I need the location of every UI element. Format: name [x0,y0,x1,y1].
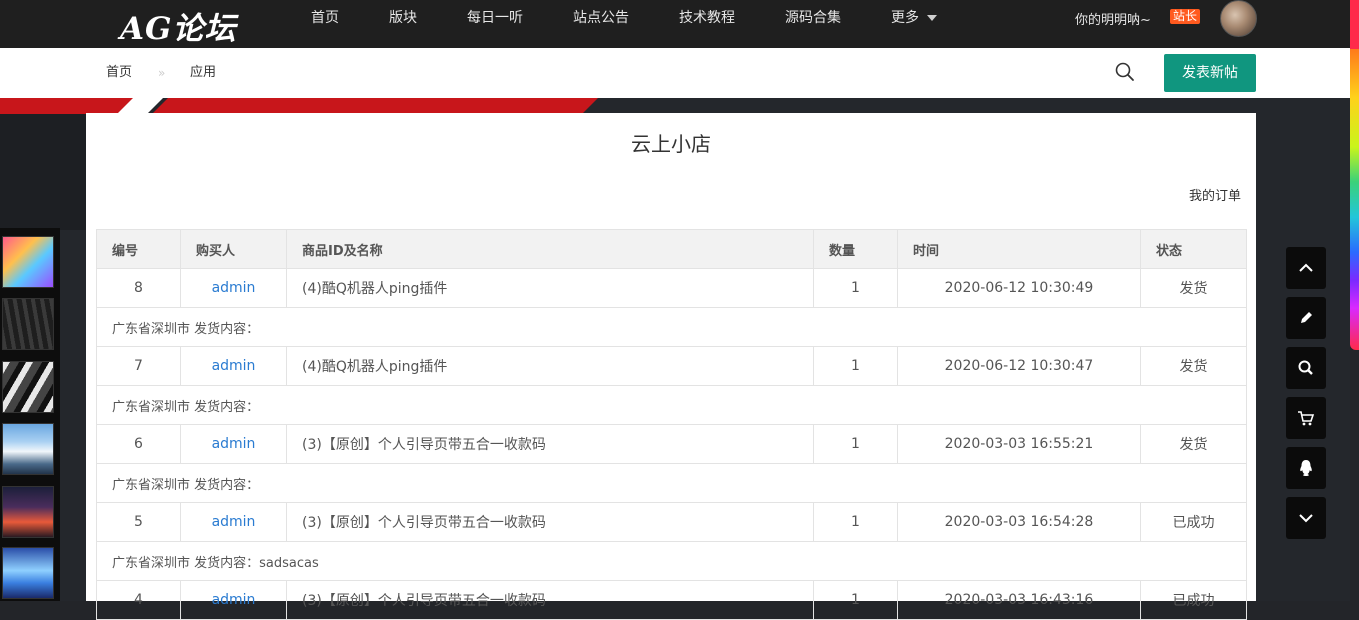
thumbnail-image[interactable] [2,298,54,350]
ship-status-button[interactable]: 发货 [1140,268,1247,308]
quantity: 1 [813,268,898,308]
shipping-info: 广东省深圳市 发货内容：sadsacas [96,541,1247,581]
column-header-id: 编号 [96,229,181,269]
item-name: (4)酷Q机器人ping插件 [286,346,814,386]
column-header-item: 商品ID及名称 [286,229,814,269]
thumbnail-image[interactable] [2,423,54,475]
orders-table: 编号 购买人 商品ID及名称 数量 时间 状态 8 admin (4)酷Q机器人… [96,229,1247,620]
thumbnail-image[interactable] [2,361,54,413]
buyer-link[interactable]: admin [180,346,287,386]
nav-item-announcements[interactable]: 站点公告 [573,0,629,36]
table-row: 6 admin (3)【原创】个人引导页带五合一收款码 1 2020-03-03… [96,424,1247,464]
order-time: 2020-03-03 16:43:16 [897,580,1141,620]
shop-panel: 云上小店 我的订单 编号 购买人 商品ID及名称 数量 时间 状态 8 admi… [86,113,1256,620]
thumbnail-image[interactable] [2,486,54,538]
item-name: (3)【原创】个人引导页带五合一收款码 [286,424,814,464]
qq-contact-button[interactable] [1286,447,1326,489]
breadcrumb-home[interactable]: 首页 [106,48,132,98]
qq-icon [1300,460,1312,476]
table-row: 8 admin (4)酷Q机器人ping插件 1 2020-06-12 10:3… [96,268,1247,308]
item-name: (4)酷Q机器人ping插件 [286,268,814,308]
nav-item-more-label: 更多 [891,10,919,26]
ship-status-button[interactable]: 发货 [1140,346,1247,386]
write-post-button[interactable] [1286,297,1326,339]
order-time: 2020-03-03 16:55:21 [897,424,1141,464]
shipping-info-row: 广东省深圳市 发货内容：sadsacas [96,541,1247,581]
quantity: 1 [813,346,898,386]
order-time: 2020-06-12 10:30:49 [897,268,1141,308]
thumbnail-image[interactable] [2,236,54,288]
page-title: 云上小店 [631,132,711,156]
user-role-badge: 站长 [1170,9,1201,24]
quantity: 1 [813,424,898,464]
background-shadow [0,110,90,230]
background-stripe [412,98,598,114]
quantity: 1 [813,580,898,620]
order-id: 5 [96,502,181,542]
quantity: 1 [813,502,898,542]
pencil-icon [1301,312,1312,323]
buyer-link[interactable]: admin [180,580,287,620]
breadcrumb-current[interactable]: 应用 [190,48,216,98]
order-id: 6 [96,424,181,464]
search-icon [1298,360,1313,375]
buyer-link[interactable]: admin [180,424,287,464]
status-success: 已成功 [1140,580,1247,620]
order-id: 8 [96,268,181,308]
shipping-info-row: 广东省深圳市 发货内容： [96,385,1247,425]
column-header-status: 状态 [1140,229,1247,269]
search-button[interactable] [1286,347,1326,389]
item-name: (3)【原创】个人引导页带五合一收款码 [286,580,814,620]
user-name[interactable]: 你的明明呐~ [1075,9,1151,28]
order-id: 7 [96,346,181,386]
cart-icon [1298,411,1315,426]
caret-down-icon [927,15,937,21]
search-icon[interactable] [1114,61,1136,83]
nav-item-daily-listen[interactable]: 每日一听 [467,0,523,36]
site-logo[interactable]: AG论坛 [120,3,237,48]
scroll-top-button[interactable] [1286,247,1326,289]
cart-button[interactable] [1286,397,1326,439]
nav-item-boards[interactable]: 版块 [389,0,417,36]
item-name: (3)【原创】个人引导页带五合一收款码 [286,502,814,542]
ship-status-button[interactable]: 发货 [1140,424,1247,464]
breadcrumb-bar: 首页 » 应用 发表新帖 [0,48,1350,98]
chevron-up-icon [1299,263,1313,272]
rainbow-scroll-indicator [1350,0,1359,350]
column-header-quantity: 数量 [813,229,898,269]
buyer-link[interactable]: admin [180,502,287,542]
nav-item-home[interactable]: 首页 [311,0,339,36]
order-id: 4 [96,580,181,620]
shipping-info: 广东省深圳市 发货内容： [96,385,1247,425]
buyer-link[interactable]: admin [180,268,287,308]
avatar[interactable] [1220,0,1257,37]
shipping-info: 广东省深圳市 发货内容： [96,463,1247,503]
scroll-bottom-button[interactable] [1286,497,1326,539]
new-post-button[interactable]: 发表新帖 [1164,54,1256,92]
column-header-time: 时间 [897,229,1141,269]
chevron-down-icon [1299,514,1313,523]
my-orders-link[interactable]: 我的订单 [1189,185,1241,204]
order-time: 2020-03-03 16:54:28 [897,502,1141,542]
table-row: 4 admin (3)【原创】个人引导页带五合一收款码 1 2020-03-03… [96,580,1247,620]
thumbnail-image[interactable] [2,547,54,599]
breadcrumb-separator: » [158,66,166,80]
shipping-info-row: 广东省深圳市 发货内容： [96,463,1247,503]
shipping-info-row: 广东省深圳市 发货内容： [96,307,1247,347]
background-stripe [152,98,458,114]
table-row: 7 admin (4)酷Q机器人ping插件 1 2020-06-12 10:3… [96,346,1247,386]
shipping-info: 广东省深圳市 发货内容： [96,307,1247,347]
column-header-buyer: 购买人 [180,229,287,269]
nav-item-source-code[interactable]: 源码合集 [785,0,841,36]
order-time: 2020-06-12 10:30:47 [897,346,1141,386]
table-row: 5 admin (3)【原创】个人引导页带五合一收款码 1 2020-03-03… [96,502,1247,542]
status-success: 已成功 [1140,502,1247,542]
nav-item-more[interactable]: 更多 [891,0,937,36]
table-header-row: 编号 购买人 商品ID及名称 数量 时间 状态 [96,229,1247,269]
nav-item-tutorials[interactable]: 技术教程 [679,0,735,36]
top-navbar: AG论坛 首页 版块 每日一听 站点公告 技术教程 源码合集 更多 你的明明呐~… [0,0,1350,48]
